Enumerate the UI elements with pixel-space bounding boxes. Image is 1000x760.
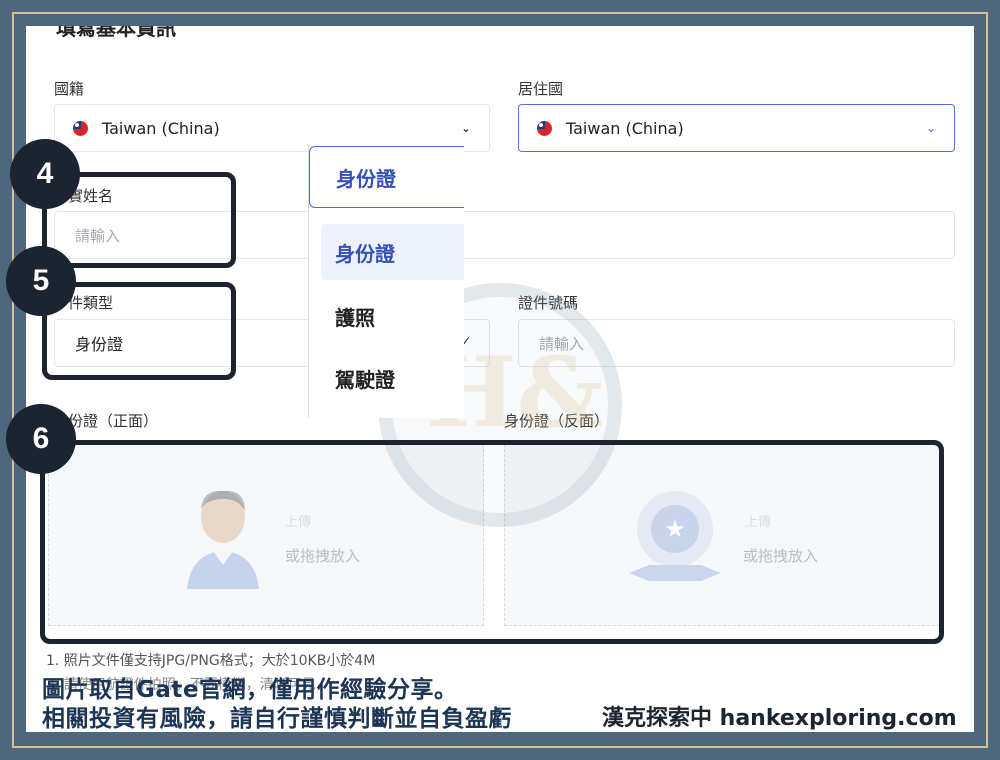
id-front-label: 份證（正面） [68,412,159,430]
dropdown-option-id-card[interactable]: 身份證 [321,224,464,280]
nationality-value: Taiwan (China) [102,118,220,138]
brand-text: 漢克探索中 hankexploring.com [602,706,957,731]
chevron-down-icon: ⌄ [460,121,471,135]
chevron-down-icon: ⌄ [925,121,936,135]
residence-label: 居住國 [518,80,564,98]
step-badge-5: 5 [6,246,76,316]
step-badge-4: 4 [10,139,80,209]
residence-value: Taiwan (China) [566,118,684,138]
nationality-label: 國籍 [54,80,85,98]
dropdown-option-passport[interactable]: 護照 [321,288,464,344]
section-title: 填寫基本資訊 [56,26,176,40]
taiwan-flag-icon [73,120,88,136]
residence-select[interactable]: Taiwan (China) ⌄ [518,104,955,152]
dropdown-selected[interactable]: 身份證 [309,146,464,208]
highlight-box-uploads [40,440,944,644]
nationality-select[interactable]: Taiwan (China) ⌄ [54,104,490,152]
taiwan-flag-icon [537,120,552,136]
caption-line-2: 相關投資有風險，請自行謹慎判斷並自負盈虧 [42,706,512,732]
id-type-dropdown: 身份證 身份證 護照 駕駛證 [308,146,464,418]
dropdown-option-drivers-license[interactable]: 駕駛證 [321,350,464,406]
note-line-1: 1. 照片文件僅支持JPG/PNG格式；大於10KB小於4M [46,653,376,669]
form-canvas: 填寫基本資訊 國籍 Taiwan (China) ⌄ 居住國 Taiwan (C… [26,26,974,732]
step-badge-6: 6 [6,404,76,474]
